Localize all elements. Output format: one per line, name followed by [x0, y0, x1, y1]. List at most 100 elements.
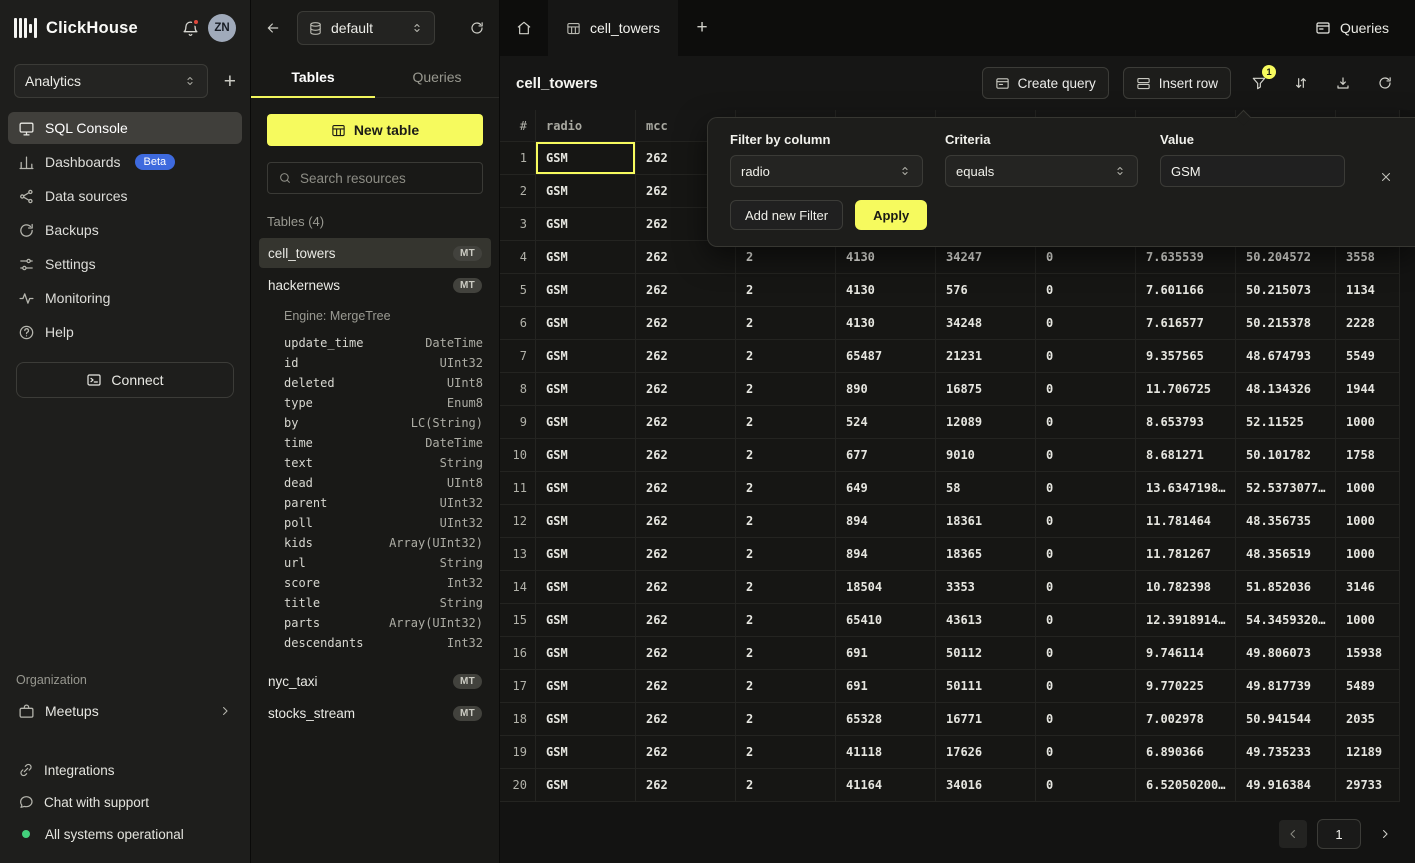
table-cell[interactable]: GSM: [536, 538, 636, 571]
schema-column[interactable]: idUInt32: [284, 353, 483, 373]
table-cell[interactable]: 677: [836, 439, 936, 472]
home-tab[interactable]: [500, 0, 548, 56]
table-cell[interactable]: 48.134326: [1236, 373, 1336, 406]
filter-column-select[interactable]: radio: [730, 155, 923, 187]
table-cell[interactable]: 11.781464: [1136, 505, 1236, 538]
row-number[interactable]: 20: [500, 769, 536, 802]
row-number[interactable]: 18: [500, 703, 536, 736]
sidebar-item-integrations[interactable]: Integrations: [8, 755, 242, 785]
table-cell[interactable]: 9.746114: [1136, 637, 1236, 670]
table-cell[interactable]: 49.916384: [1236, 769, 1336, 802]
schema-column[interactable]: timeDateTime: [284, 433, 483, 453]
table-cell[interactable]: 9.770225: [1136, 670, 1236, 703]
table-cell[interactable]: 2228: [1336, 307, 1400, 340]
table-cell[interactable]: 48.356519: [1236, 538, 1336, 571]
schema-column[interactable]: partsArray(UInt32): [284, 613, 483, 633]
search-input[interactable]: [300, 171, 472, 186]
current-page-indicator[interactable]: 1: [1317, 819, 1361, 849]
notifications-bell-icon[interactable]: [182, 20, 199, 37]
filter-criteria-select[interactable]: equals: [945, 155, 1138, 187]
filter-value-input[interactable]: [1160, 155, 1345, 187]
table-cell[interactable]: 894: [836, 505, 936, 538]
table-cell[interactable]: 0: [1036, 769, 1136, 802]
table-cell[interactable]: 11.706725: [1136, 373, 1236, 406]
table-cell[interactable]: 3353: [936, 571, 1036, 604]
table-cell[interactable]: 4130: [836, 307, 936, 340]
table-cell[interactable]: 2035: [1336, 703, 1400, 736]
table-cell[interactable]: GSM: [536, 340, 636, 373]
table-cell[interactable]: 691: [836, 637, 936, 670]
table-cell[interactable]: 2: [736, 538, 836, 571]
table-cell[interactable]: GSM: [536, 439, 636, 472]
table-cell[interactable]: 9.357565: [1136, 340, 1236, 373]
column-header-#[interactable]: #: [500, 110, 536, 142]
sort-button[interactable]: [1287, 69, 1315, 97]
table-cell[interactable]: GSM: [536, 505, 636, 538]
table-cell[interactable]: 4130: [836, 274, 936, 307]
row-number[interactable]: 15: [500, 604, 536, 637]
table-cell[interactable]: 54.3459320…: [1236, 604, 1336, 637]
table-cell[interactable]: 1000: [1336, 505, 1400, 538]
table-cell[interactable]: 0: [1036, 703, 1136, 736]
table-cell[interactable]: 49.735233: [1236, 736, 1336, 769]
table-cell[interactable]: 0: [1036, 307, 1136, 340]
row-number[interactable]: 4: [500, 241, 536, 274]
table-cell[interactable]: 576: [936, 274, 1036, 307]
table-cell[interactable]: 13.6347198…: [1136, 472, 1236, 505]
table-list-item-nyc-taxi[interactable]: nyc_taxi MT: [259, 666, 491, 696]
table-cell[interactable]: 49.817739: [1236, 670, 1336, 703]
table-cell[interactable]: 0: [1036, 571, 1136, 604]
table-cell[interactable]: GSM: [536, 406, 636, 439]
table-cell[interactable]: 50.215073: [1236, 274, 1336, 307]
table-cell[interactable]: 3146: [1336, 571, 1400, 604]
row-number[interactable]: 5: [500, 274, 536, 307]
table-cell[interactable]: GSM: [536, 472, 636, 505]
table-cell[interactable]: 2: [736, 439, 836, 472]
table-cell[interactable]: 262: [636, 703, 736, 736]
table-cell[interactable]: 2: [736, 736, 836, 769]
schema-column[interactable]: scoreInt32: [284, 573, 483, 593]
queries-button[interactable]: Queries: [1315, 20, 1389, 36]
row-number[interactable]: 16: [500, 637, 536, 670]
schema-column[interactable]: update_timeDateTime: [284, 333, 483, 353]
table-cell[interactable]: 2: [736, 307, 836, 340]
table-cell[interactable]: 17626: [936, 736, 1036, 769]
table-cell[interactable]: 262: [636, 604, 736, 637]
apply-filter-button[interactable]: Apply: [855, 200, 927, 230]
table-cell[interactable]: 65328: [836, 703, 936, 736]
new-tab-button[interactable]: +: [678, 0, 726, 56]
table-cell[interactable]: 41164: [836, 769, 936, 802]
table-list-item-cell-towers[interactable]: cell_towers MT: [259, 238, 491, 268]
table-cell[interactable]: 2: [736, 373, 836, 406]
table-cell[interactable]: 1000: [1336, 472, 1400, 505]
create-query-button[interactable]: Create query: [982, 67, 1109, 99]
schema-column[interactable]: parentUInt32: [284, 493, 483, 513]
schema-column[interactable]: descendantsInt32: [284, 633, 483, 653]
table-cell[interactable]: 50.101782: [1236, 439, 1336, 472]
table-cell[interactable]: 894: [836, 538, 936, 571]
table-cell[interactable]: 7.002978: [1136, 703, 1236, 736]
table-cell[interactable]: 0: [1036, 736, 1136, 769]
table-cell[interactable]: 2: [736, 472, 836, 505]
row-number[interactable]: 6: [500, 307, 536, 340]
table-cell[interactable]: 5549: [1336, 340, 1400, 373]
table-cell[interactable]: 262: [636, 538, 736, 571]
schema-column[interactable]: titleString: [284, 593, 483, 613]
table-cell[interactable]: 649: [836, 472, 936, 505]
table-cell[interactable]: 2: [736, 340, 836, 373]
avatar[interactable]: ZN: [208, 14, 236, 42]
sidebar-item-backups[interactable]: Backups: [8, 214, 242, 246]
filter-button[interactable]: 1: [1245, 69, 1273, 97]
table-cell[interactable]: 10.782398: [1136, 571, 1236, 604]
table-cell[interactable]: 1000: [1336, 406, 1400, 439]
table-cell[interactable]: 1000: [1336, 538, 1400, 571]
table-cell[interactable]: 18504: [836, 571, 936, 604]
table-cell[interactable]: 2: [736, 505, 836, 538]
table-cell[interactable]: 0: [1036, 439, 1136, 472]
schema-column[interactable]: pollUInt32: [284, 513, 483, 533]
table-list-item-hackernews[interactable]: hackernews MT: [259, 270, 491, 300]
next-page-button[interactable]: [1371, 820, 1399, 848]
refresh-data-button[interactable]: [1371, 69, 1399, 97]
new-table-button[interactable]: New table: [267, 114, 483, 146]
previous-page-button[interactable]: [1279, 820, 1307, 848]
